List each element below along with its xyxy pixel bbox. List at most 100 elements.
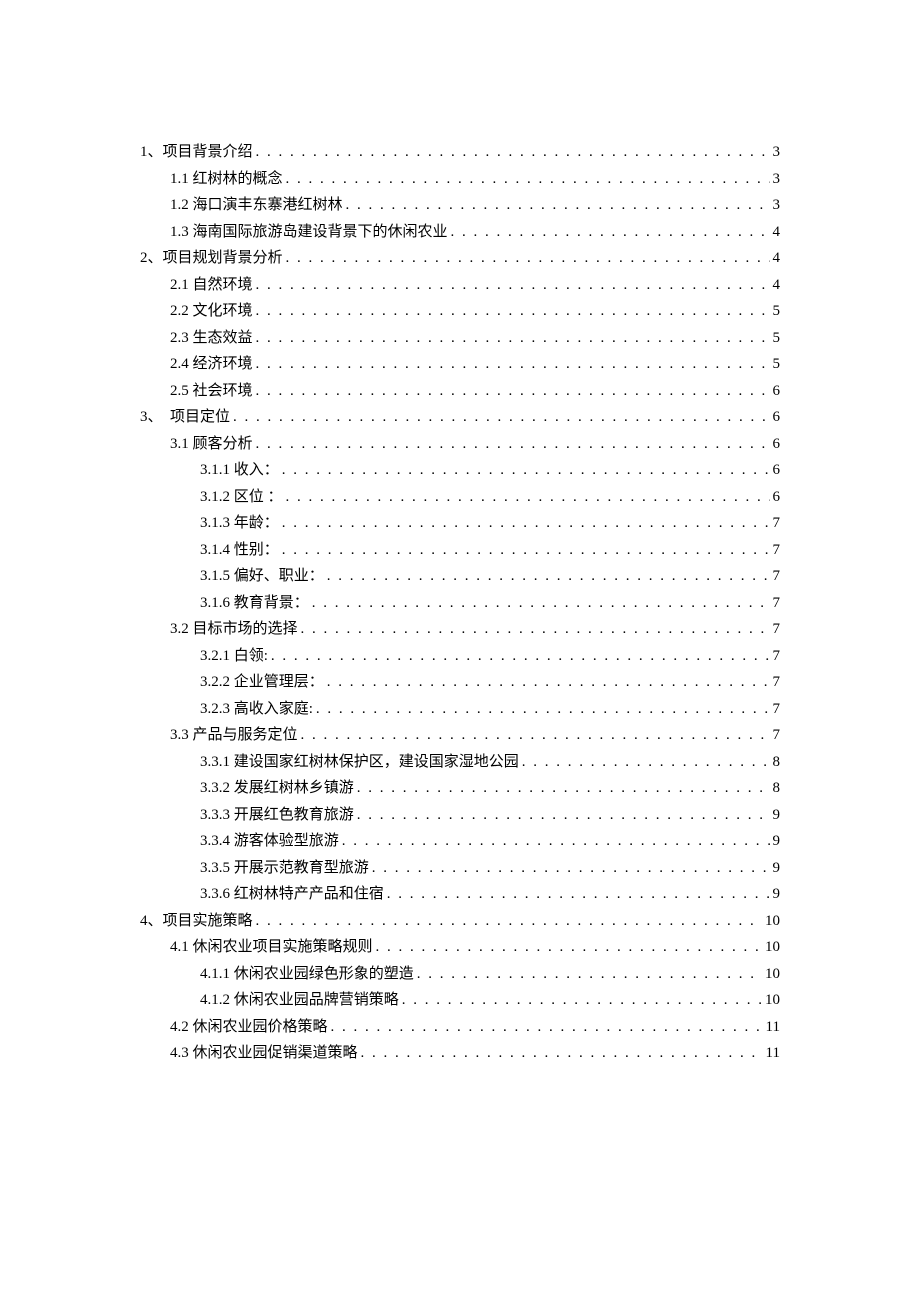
toc-label: 3.3.4 游客体验型旅游 (200, 829, 339, 855)
toc-page-number: 9 (773, 803, 781, 829)
toc-page-number: 5 (773, 299, 781, 325)
toc-label: 4、项目实施策略 (140, 909, 253, 935)
toc-entry: 3.1 顾客分析. . . . . . . . . . . . . . . . … (140, 432, 780, 458)
toc-page-number: 10 (765, 935, 780, 961)
toc-label: 3.1 顾客分析 (170, 432, 253, 458)
toc-label: 3.3 产品与服务定位 (170, 723, 298, 749)
toc-label: 3.3.2 发展红树林乡镇游 (200, 776, 354, 802)
toc-label: 1.1 红树林的概念 (170, 167, 283, 193)
toc-leader: . . . . . . . . . . . . . . . . . . . . … (256, 326, 770, 352)
toc-label: 3.3.6 红树林特产产品和住宿 (200, 882, 384, 908)
toc-label: 2.5 社会环境 (170, 379, 253, 405)
toc-leader: . . . . . . . . . . . . . . . . . . . . … (387, 882, 770, 908)
toc-label: 3.2.1 白领: (200, 644, 268, 670)
toc-entry: 3.3.4 游客体验型旅游. . . . . . . . . . . . . .… (140, 829, 780, 855)
toc-entry: 3.1.4 性别：. . . . . . . . . . . . . . . .… (140, 538, 780, 564)
toc-page-number: 8 (773, 776, 781, 802)
toc-page-number: 6 (773, 458, 781, 484)
toc-page-number: 7 (773, 670, 781, 696)
toc-leader: . . . . . . . . . . . . . . . . . . . . … (417, 962, 762, 988)
toc-page-number: 4 (773, 273, 781, 299)
toc-entry: 3.3.6 红树林特产产品和住宿. . . . . . . . . . . . … (140, 882, 780, 908)
toc-leader: . . . . . . . . . . . . . . . . . . . . … (327, 670, 770, 696)
toc-leader: . . . . . . . . . . . . . . . . . . . . … (256, 379, 770, 405)
toc-leader: . . . . . . . . . . . . . . . . . . . . … (282, 458, 770, 484)
toc-page-number: 6 (773, 379, 781, 405)
toc-entry: 3.2 目标市场的选择. . . . . . . . . . . . . . .… (140, 617, 780, 643)
toc-label: 2.2 文化环境 (170, 299, 253, 325)
toc-label: 4.2 休闲农业园价格策略 (170, 1015, 328, 1041)
toc-label: 2.1 自然环境 (170, 273, 253, 299)
toc-entry: 4.3 休闲农业园促销渠道策略. . . . . . . . . . . . .… (140, 1041, 780, 1067)
toc-label: 3.2.3 高收入家庭: (200, 697, 313, 723)
table-of-contents: 1、项目背景介绍. . . . . . . . . . . . . . . . … (140, 140, 780, 1067)
toc-page-number: 10 (765, 962, 780, 988)
toc-entry: 1.1 红树林的概念. . . . . . . . . . . . . . . … (140, 167, 780, 193)
toc-leader: . . . . . . . . . . . . . . . . . . . . … (271, 644, 770, 670)
toc-entry: 3.2.3 高收入家庭:. . . . . . . . . . . . . . … (140, 697, 780, 723)
toc-leader: . . . . . . . . . . . . . . . . . . . . … (282, 538, 770, 564)
toc-label: 2.4 经济环境 (170, 352, 253, 378)
toc-page-number: 11 (766, 1041, 780, 1067)
toc-entry: 1.2 海口演丰东寨港红树林. . . . . . . . . . . . . … (140, 193, 780, 219)
toc-label: 3.3.3 开展红色教育旅游 (200, 803, 354, 829)
toc-leader: . . . . . . . . . . . . . . . . . . . . … (342, 829, 770, 855)
toc-leader: . . . . . . . . . . . . . . . . . . . . … (372, 856, 770, 882)
toc-leader: . . . . . . . . . . . . . . . . . . . . … (312, 591, 770, 617)
toc-label: 3、 项目定位 (140, 405, 230, 431)
toc-label: 3.2.2 企业管理层： (200, 670, 324, 696)
toc-label: 3.1.1 收入： (200, 458, 279, 484)
toc-page-number: 9 (773, 882, 781, 908)
toc-entry: 3.1.6 教育背景：. . . . . . . . . . . . . . .… (140, 591, 780, 617)
toc-leader: . . . . . . . . . . . . . . . . . . . . … (256, 299, 770, 325)
toc-leader: . . . . . . . . . . . . . . . . . . . . … (402, 988, 762, 1014)
toc-entry: 1、项目背景介绍. . . . . . . . . . . . . . . . … (140, 140, 780, 166)
toc-entry: 3.2.2 企业管理层：. . . . . . . . . . . . . . … (140, 670, 780, 696)
toc-entry: 3.1.2 区位 ：. . . . . . . . . . . . . . . … (140, 485, 780, 511)
toc-label: 4.1.1 休闲农业园绿色形象的塑造 (200, 962, 414, 988)
toc-page-number: 6 (773, 485, 781, 511)
toc-entry: 2.3 生态效益. . . . . . . . . . . . . . . . … (140, 326, 780, 352)
toc-label: 4.1.2 休闲农业园品牌营销策略 (200, 988, 399, 1014)
toc-leader: . . . . . . . . . . . . . . . . . . . . … (286, 167, 770, 193)
toc-entry: 3.1.5 偏好、职业：. . . . . . . . . . . . . . … (140, 564, 780, 590)
toc-page-number: 7 (773, 538, 781, 564)
toc-page-number: 3 (773, 193, 781, 219)
toc-leader: . . . . . . . . . . . . . . . . . . . . … (522, 750, 770, 776)
toc-leader: . . . . . . . . . . . . . . . . . . . . … (327, 564, 770, 590)
toc-page-number: 6 (773, 432, 781, 458)
toc-entry: 2.5 社会环境. . . . . . . . . . . . . . . . … (140, 379, 780, 405)
toc-leader: . . . . . . . . . . . . . . . . . . . . … (357, 803, 770, 829)
toc-label: 3.1.6 教育背景： (200, 591, 309, 617)
toc-leader: . . . . . . . . . . . . . . . . . . . . … (286, 246, 770, 272)
toc-label: 3.2 目标市场的选择 (170, 617, 298, 643)
toc-page-number: 7 (773, 591, 781, 617)
toc-page-number: 8 (773, 750, 781, 776)
toc-page-number: 7 (773, 617, 781, 643)
toc-label: 3.1.5 偏好、职业： (200, 564, 324, 590)
toc-leader: . . . . . . . . . . . . . . . . . . . . … (301, 723, 770, 749)
toc-entry: 3.3.2 发展红树林乡镇游. . . . . . . . . . . . . … (140, 776, 780, 802)
toc-page-number: 5 (773, 326, 781, 352)
toc-page-number: 7 (773, 723, 781, 749)
toc-page-number: 10 (765, 909, 780, 935)
toc-page-number: 7 (773, 511, 781, 537)
toc-leader: . . . . . . . . . . . . . . . . . . . . … (256, 432, 770, 458)
toc-page-number: 9 (773, 829, 781, 855)
toc-page-number: 6 (773, 405, 781, 431)
toc-leader: . . . . . . . . . . . . . . . . . . . . … (357, 776, 770, 802)
toc-leader: . . . . . . . . . . . . . . . . . . . . … (361, 1041, 763, 1067)
toc-page-number: 5 (773, 352, 781, 378)
toc-leader: . . . . . . . . . . . . . . . . . . . . … (451, 220, 770, 246)
toc-label: 4.1 休闲农业项目实施策略规则 (170, 935, 373, 961)
toc-leader: . . . . . . . . . . . . . . . . . . . . … (256, 273, 770, 299)
toc-page-number: 11 (766, 1015, 780, 1041)
toc-entry: 2.1 自然环境. . . . . . . . . . . . . . . . … (140, 273, 780, 299)
toc-label: 3.3.5 开展示范教育型旅游 (200, 856, 369, 882)
toc-label: 1.2 海口演丰东寨港红树林 (170, 193, 343, 219)
toc-page-number: 3 (773, 167, 781, 193)
toc-leader: . . . . . . . . . . . . . . . . . . . . … (301, 617, 770, 643)
toc-leader: . . . . . . . . . . . . . . . . . . . . … (256, 140, 770, 166)
toc-entry: 3.3.1 建设国家红树林保护区，建设国家湿地公园. . . . . . . .… (140, 750, 780, 776)
toc-entry: 4.1.1 休闲农业园绿色形象的塑造. . . . . . . . . . . … (140, 962, 780, 988)
